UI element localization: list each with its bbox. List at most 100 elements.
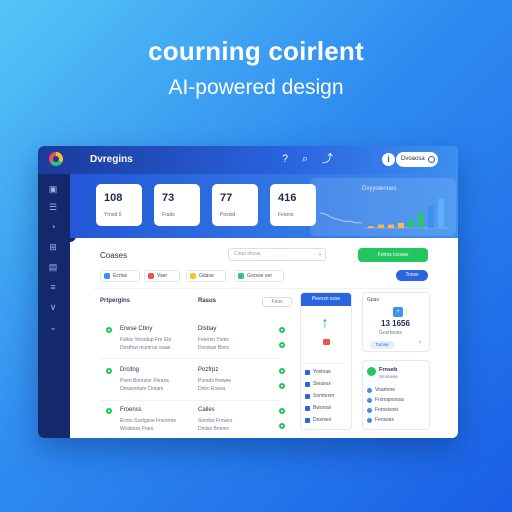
card-subtitle: Smsnese <box>379 374 398 379</box>
list-item[interactable]: Frxnopsoosa <box>367 397 404 403</box>
app-brand: Dvregins <box>90 154 133 165</box>
chart-trend-line <box>319 212 362 224</box>
row-title[interactable]: Drcitng <box>120 367 139 373</box>
status-icon <box>106 327 112 333</box>
search-placeholder: Couo ohcus <box>234 251 261 257</box>
list-item[interactable]: Bworsai <box>305 405 331 411</box>
chart-bar <box>438 199 444 228</box>
list-item[interactable]: Fenssex <box>367 417 394 423</box>
search-icon[interactable]: ⌕ <box>302 153 308 165</box>
item-icon <box>305 382 310 387</box>
plus-icon[interactable]: + <box>393 307 403 317</box>
list-item-label: Fnrosisoei <box>375 407 399 413</box>
filter-chip[interactable]: Gdase <box>186 270 226 282</box>
expand-icon[interactable]: ⌄ <box>46 322 60 333</box>
list-item[interactable]: Sieaxox <box>305 381 331 387</box>
chart-bar <box>418 212 424 228</box>
trend-panel[interactable]: Pevosn ssse ↑ Yostnae Sieaxox Somtexm Bw… <box>300 292 352 430</box>
row-status: Pozfrpz <box>198 367 219 373</box>
list-item[interactable]: Yostnae <box>305 369 331 375</box>
stat-card[interactable]: 108 Yrnod 5 <box>96 184 142 226</box>
file-icon[interactable]: ▤ <box>46 262 60 273</box>
summary-card[interactable]: Gpas + 13 1656 Gosrteoss Tomse › <box>362 292 430 352</box>
item-icon <box>305 406 310 411</box>
row-status-detail: Dmlso Bnenrc <box>198 426 230 432</box>
item-icon <box>367 418 372 423</box>
row-status-detail: Dvostue Bonc <box>198 345 230 351</box>
list-item-label: Fenssex <box>375 417 394 423</box>
menu-icon[interactable]: ≡ <box>46 282 60 292</box>
card-button[interactable]: Tomse <box>369 341 395 349</box>
view-toggle[interactable]: Toosx <box>396 270 428 281</box>
alert-icon <box>323 339 330 345</box>
row-detail: Dosthwi mumroe ssaw <box>120 345 171 351</box>
filter-chip[interactable]: Ecrtas <box>100 270 140 282</box>
item-icon <box>367 408 372 413</box>
logo-icon[interactable] <box>49 152 63 166</box>
check-icon[interactable] <box>279 327 285 333</box>
chip-icon <box>238 273 244 279</box>
item-icon <box>305 394 310 399</box>
chip-label: Gorsoe oer <box>247 273 273 279</box>
chat-icon[interactable]: ◔ <box>46 222 60 232</box>
stat-value: 77 <box>220 192 233 204</box>
row-status-detail: Poreds frwwee <box>198 378 232 384</box>
panel-header: Pevosn ssse <box>301 293 351 306</box>
chevron-right-icon[interactable]: › <box>419 340 421 346</box>
row-title[interactable]: Erwse Cbny <box>120 326 152 332</box>
hero-subtitle: AI-powered design <box>168 76 344 99</box>
arrow-up-icon: ↑ <box>321 315 329 332</box>
sidebar: ▣ ☰ ◔ ⊞ ▤ ≡ ∨ ⌄ <box>38 174 70 438</box>
stat-label: Yrnod 5 <box>104 212 122 218</box>
list-item[interactable]: Fnrosisoei <box>367 407 398 413</box>
check-icon[interactable] <box>279 342 285 348</box>
column-header: Rasus <box>198 298 217 304</box>
chip-icon <box>104 273 110 279</box>
row-status-detail: Sinmbs Frowez <box>198 418 233 424</box>
row-title[interactable]: Froenss <box>120 407 142 413</box>
dashboard-icon[interactable]: ▣ <box>46 184 60 195</box>
check-icon[interactable] <box>279 383 285 389</box>
chip-label: Ecrtas <box>113 273 128 279</box>
grid-icon[interactable]: ⊞ <box>46 242 60 253</box>
search-input[interactable]: Couo ohcus › <box>228 248 326 261</box>
info-icon[interactable]: i <box>382 153 395 166</box>
list-item[interactable]: Doxnsoi <box>305 417 331 423</box>
activity-card[interactable]: Frnseb Smsnese Voartone Frxnopsoosa Fnro… <box>362 360 430 430</box>
user-avatar-icon <box>428 156 435 163</box>
stat-card[interactable]: 73 Frads <box>154 184 200 226</box>
chevron-down-icon[interactable]: ∨ <box>46 302 60 313</box>
item-icon <box>305 418 310 423</box>
page-title: Coases <box>100 251 128 260</box>
chip-icon <box>148 273 154 279</box>
row-status-detail: Fetersn Ysmx <box>198 337 229 343</box>
check-icon[interactable] <box>279 423 285 429</box>
status-icon <box>106 368 112 374</box>
list-item-label: Doxnsoi <box>313 417 332 423</box>
share-icon[interactable]: ⤴ <box>322 153 333 165</box>
chart-bar <box>378 224 384 228</box>
user-menu[interactable]: Dvoaosa <box>396 152 438 167</box>
stat-card[interactable]: 77 Poxoid <box>212 184 258 226</box>
list-icon[interactable]: ☰ <box>46 202 60 213</box>
filter-chip[interactable]: Gorsoe oer <box>234 270 284 282</box>
chart-card[interactable]: Dxyyoiennes <box>310 178 456 236</box>
card-title: Gpas <box>367 297 379 303</box>
row-status-detail: Dnirc Eoaxa <box>198 386 226 392</box>
primary-action-button[interactable]: Fotros loxsaw <box>358 248 428 262</box>
chip-label: Vaer <box>157 273 168 279</box>
row-detail: Pneo Boorstor Fteaxa <box>120 378 169 384</box>
list-item-label: Yostnae <box>313 369 331 375</box>
list-item-label: Sieaxox <box>313 381 331 387</box>
divider <box>305 363 347 364</box>
list-item[interactable]: Voartone <box>367 387 395 393</box>
check-icon[interactable] <box>279 368 285 374</box>
help-icon[interactable]: ? <box>282 153 288 165</box>
status-icon <box>106 408 112 414</box>
row-detail: Wnsboxs Fneo <box>120 426 154 432</box>
check-icon[interactable] <box>279 408 285 414</box>
filter-select[interactable]: Fous <box>262 297 292 307</box>
filter-chip[interactable]: Vaer <box>144 270 180 282</box>
list-item[interactable]: Somtexm <box>305 393 334 399</box>
list-item-label: Bworsai <box>313 405 331 411</box>
